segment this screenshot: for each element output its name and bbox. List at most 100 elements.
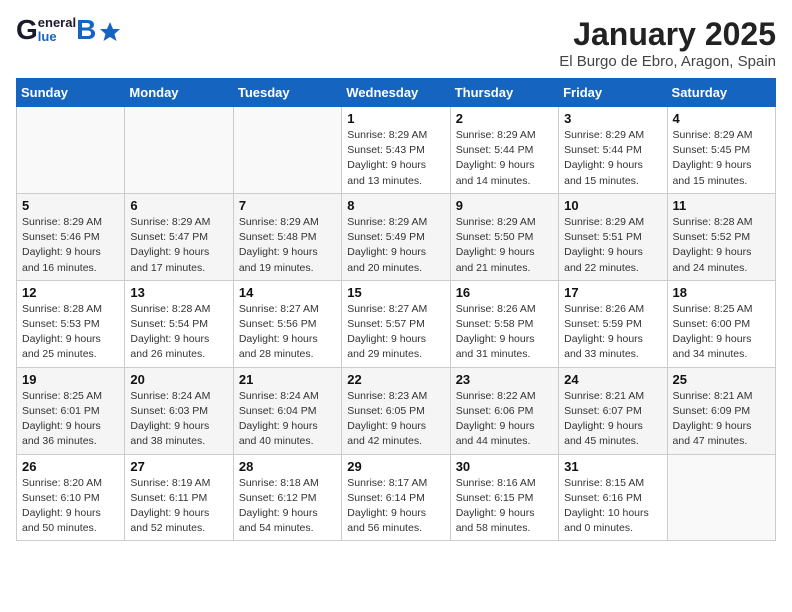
day-number: 19 xyxy=(22,372,119,387)
location-title: El Burgo de Ebro, Aragon, Spain xyxy=(559,53,776,70)
day-cell: 12 Sunrise: 8:28 AM Sunset: 5:53 PM Dayli… xyxy=(17,280,125,367)
day-cell: 25 Sunrise: 8:21 AM Sunset: 6:09 PM Dayli… xyxy=(667,367,775,454)
day-info: Sunrise: 8:18 AM Sunset: 6:12 PM Dayligh… xyxy=(239,476,336,537)
day-info: Sunrise: 8:21 AM Sunset: 6:09 PM Dayligh… xyxy=(673,389,770,450)
day-cell: 7Sunrise: 8:29 AM Sunset: 5:48 PM Daylig… xyxy=(233,193,341,280)
calendar-table: SundayMondayTuesdayWednesdayThursdayFrid… xyxy=(16,78,776,541)
day-info: Sunrise: 8:29 AM Sunset: 5:51 PM Dayligh… xyxy=(564,215,661,276)
day-number: 2 xyxy=(456,111,553,126)
day-cell: 27 Sunrise: 8:19 AM Sunset: 6:11 PM Dayli… xyxy=(125,454,233,541)
weekday-header-monday: Monday xyxy=(125,79,233,107)
day-number: 11 xyxy=(673,198,770,213)
day-info: Sunrise: 8:28 AM Sunset: 5:52 PM Dayligh… xyxy=(673,215,770,276)
day-info: Sunrise: 8:15 AM Sunset: 6:16 PM Dayligh… xyxy=(564,476,661,537)
day-info: Sunrise: 8:29 AM Sunset: 5:48 PM Dayligh… xyxy=(239,215,336,276)
weekday-header-tuesday: Tuesday xyxy=(233,79,341,107)
day-number: 16 xyxy=(456,285,553,300)
weekday-header-saturday: Saturday xyxy=(667,79,775,107)
day-cell: 22 Sunrise: 8:23 AM Sunset: 6:05 PM Dayli… xyxy=(342,367,450,454)
day-info: Sunrise: 8:29 AM Sunset: 5:44 PM Dayligh… xyxy=(456,128,553,189)
day-cell xyxy=(17,107,125,194)
day-number: 10 xyxy=(564,198,661,213)
day-number: 1 xyxy=(347,111,444,126)
day-cell: 11 Sunrise: 8:28 AM Sunset: 5:52 PM Dayli… xyxy=(667,193,775,280)
day-cell: 17Sunrise: 8:26 AM Sunset: 5:59 PM Dayli… xyxy=(559,280,667,367)
day-cell: 8 Sunrise: 8:29 AM Sunset: 5:49 PM Daylig… xyxy=(342,193,450,280)
day-info: Sunrise: 8:19 AM Sunset: 6:11 PM Dayligh… xyxy=(130,476,227,537)
day-number: 26 xyxy=(22,459,119,474)
day-number: 6 xyxy=(130,198,227,213)
day-cell: 4 Sunrise: 8:29 AM Sunset: 5:45 PM Daylig… xyxy=(667,107,775,194)
day-cell: 23Sunrise: 8:22 AM Sunset: 6:06 PM Dayli… xyxy=(450,367,558,454)
day-info: Sunrise: 8:29 AM Sunset: 5:43 PM Dayligh… xyxy=(347,128,444,189)
day-number: 30 xyxy=(456,459,553,474)
day-number: 9 xyxy=(456,198,553,213)
day-info: Sunrise: 8:25 AM Sunset: 6:01 PM Dayligh… xyxy=(22,389,119,450)
day-cell: 9 Sunrise: 8:29 AM Sunset: 5:50 PM Daylig… xyxy=(450,193,558,280)
day-info: Sunrise: 8:17 AM Sunset: 6:14 PM Dayligh… xyxy=(347,476,444,537)
day-cell xyxy=(125,107,233,194)
day-cell: 28Sunrise: 8:18 AM Sunset: 6:12 PM Dayli… xyxy=(233,454,341,541)
day-number: 25 xyxy=(673,372,770,387)
day-number: 4 xyxy=(673,111,770,126)
day-cell: 18 Sunrise: 8:25 AM Sunset: 6:00 PM Dayli… xyxy=(667,280,775,367)
day-number: 18 xyxy=(673,285,770,300)
day-info: Sunrise: 8:26 AM Sunset: 5:58 PM Dayligh… xyxy=(456,302,553,363)
day-info: Sunrise: 8:29 AM Sunset: 5:49 PM Dayligh… xyxy=(347,215,444,276)
day-info: Sunrise: 8:28 AM Sunset: 5:53 PM Dayligh… xyxy=(22,302,119,363)
month-title: January 2025 xyxy=(559,16,776,53)
day-cell: 10 Sunrise: 8:29 AM Sunset: 5:51 PM Dayli… xyxy=(559,193,667,280)
day-number: 13 xyxy=(130,285,227,300)
day-cell: 30 Sunrise: 8:16 AM Sunset: 6:15 PM Dayli… xyxy=(450,454,558,541)
day-number: 20 xyxy=(130,372,227,387)
day-number: 5 xyxy=(22,198,119,213)
day-cell: 13 Sunrise: 8:28 AM Sunset: 5:54 PM Dayli… xyxy=(125,280,233,367)
day-info: Sunrise: 8:25 AM Sunset: 6:00 PM Dayligh… xyxy=(673,302,770,363)
day-number: 3 xyxy=(564,111,661,126)
weekday-header-friday: Friday xyxy=(559,79,667,107)
week-row-2: 5 Sunrise: 8:29 AM Sunset: 5:46 PM Daylig… xyxy=(17,193,776,280)
day-number: 24 xyxy=(564,372,661,387)
day-info: Sunrise: 8:16 AM Sunset: 6:15 PM Dayligh… xyxy=(456,476,553,537)
title-block: January 2025 El Burgo de Ebro, Aragon, S… xyxy=(559,16,776,70)
day-info: Sunrise: 8:29 AM Sunset: 5:50 PM Dayligh… xyxy=(456,215,553,276)
day-cell: 16 Sunrise: 8:26 AM Sunset: 5:58 PM Dayli… xyxy=(450,280,558,367)
day-info: Sunrise: 8:24 AM Sunset: 6:03 PM Dayligh… xyxy=(130,389,227,450)
day-number: 29 xyxy=(347,459,444,474)
day-info: Sunrise: 8:28 AM Sunset: 5:54 PM Dayligh… xyxy=(130,302,227,363)
day-number: 27 xyxy=(130,459,227,474)
day-number: 22 xyxy=(347,372,444,387)
day-info: Sunrise: 8:29 AM Sunset: 5:45 PM Dayligh… xyxy=(673,128,770,189)
day-cell: 26 Sunrise: 8:20 AM Sunset: 6:10 PM Dayli… xyxy=(17,454,125,541)
day-info: Sunrise: 8:23 AM Sunset: 6:05 PM Dayligh… xyxy=(347,389,444,450)
day-cell xyxy=(233,107,341,194)
logo-blue-b: B xyxy=(76,16,96,44)
weekday-header-thursday: Thursday xyxy=(450,79,558,107)
day-number: 17 xyxy=(564,285,661,300)
weekday-header-row: SundayMondayTuesdayWednesdayThursdayFrid… xyxy=(17,79,776,107)
day-info: Sunrise: 8:29 AM Sunset: 5:46 PM Dayligh… xyxy=(22,215,119,276)
week-row-3: 12 Sunrise: 8:28 AM Sunset: 5:53 PM Dayli… xyxy=(17,280,776,367)
day-number: 21 xyxy=(239,372,336,387)
day-info: Sunrise: 8:20 AM Sunset: 6:10 PM Dayligh… xyxy=(22,476,119,537)
day-info: Sunrise: 8:29 AM Sunset: 5:44 PM Dayligh… xyxy=(564,128,661,189)
day-cell: 5 Sunrise: 8:29 AM Sunset: 5:46 PM Daylig… xyxy=(17,193,125,280)
day-number: 12 xyxy=(22,285,119,300)
day-cell: 6Sunrise: 8:29 AM Sunset: 5:47 PM Daylig… xyxy=(125,193,233,280)
day-cell: 2 Sunrise: 8:29 AM Sunset: 5:44 PM Daylig… xyxy=(450,107,558,194)
weekday-header-wednesday: Wednesday xyxy=(342,79,450,107)
day-cell: 24Sunrise: 8:21 AM Sunset: 6:07 PM Dayli… xyxy=(559,367,667,454)
week-row-4: 19 Sunrise: 8:25 AM Sunset: 6:01 PM Dayli… xyxy=(17,367,776,454)
day-number: 15 xyxy=(347,285,444,300)
weekday-header-sunday: Sunday xyxy=(17,79,125,107)
day-cell: 31Sunrise: 8:15 AM Sunset: 6:16 PM Dayli… xyxy=(559,454,667,541)
day-cell: 14Sunrise: 8:27 AM Sunset: 5:56 PM Dayli… xyxy=(233,280,341,367)
day-number: 8 xyxy=(347,198,444,213)
logo-general-text: eneral xyxy=(38,16,76,30)
day-cell: 15Sunrise: 8:27 AM Sunset: 5:57 PM Dayli… xyxy=(342,280,450,367)
day-cell: 29 Sunrise: 8:17 AM Sunset: 6:14 PM Dayli… xyxy=(342,454,450,541)
logo-blue-text: lue xyxy=(38,30,76,44)
logo: G eneral lue B xyxy=(16,16,121,45)
week-row-5: 26 Sunrise: 8:20 AM Sunset: 6:10 PM Dayli… xyxy=(17,454,776,541)
flag-icon xyxy=(99,20,121,42)
